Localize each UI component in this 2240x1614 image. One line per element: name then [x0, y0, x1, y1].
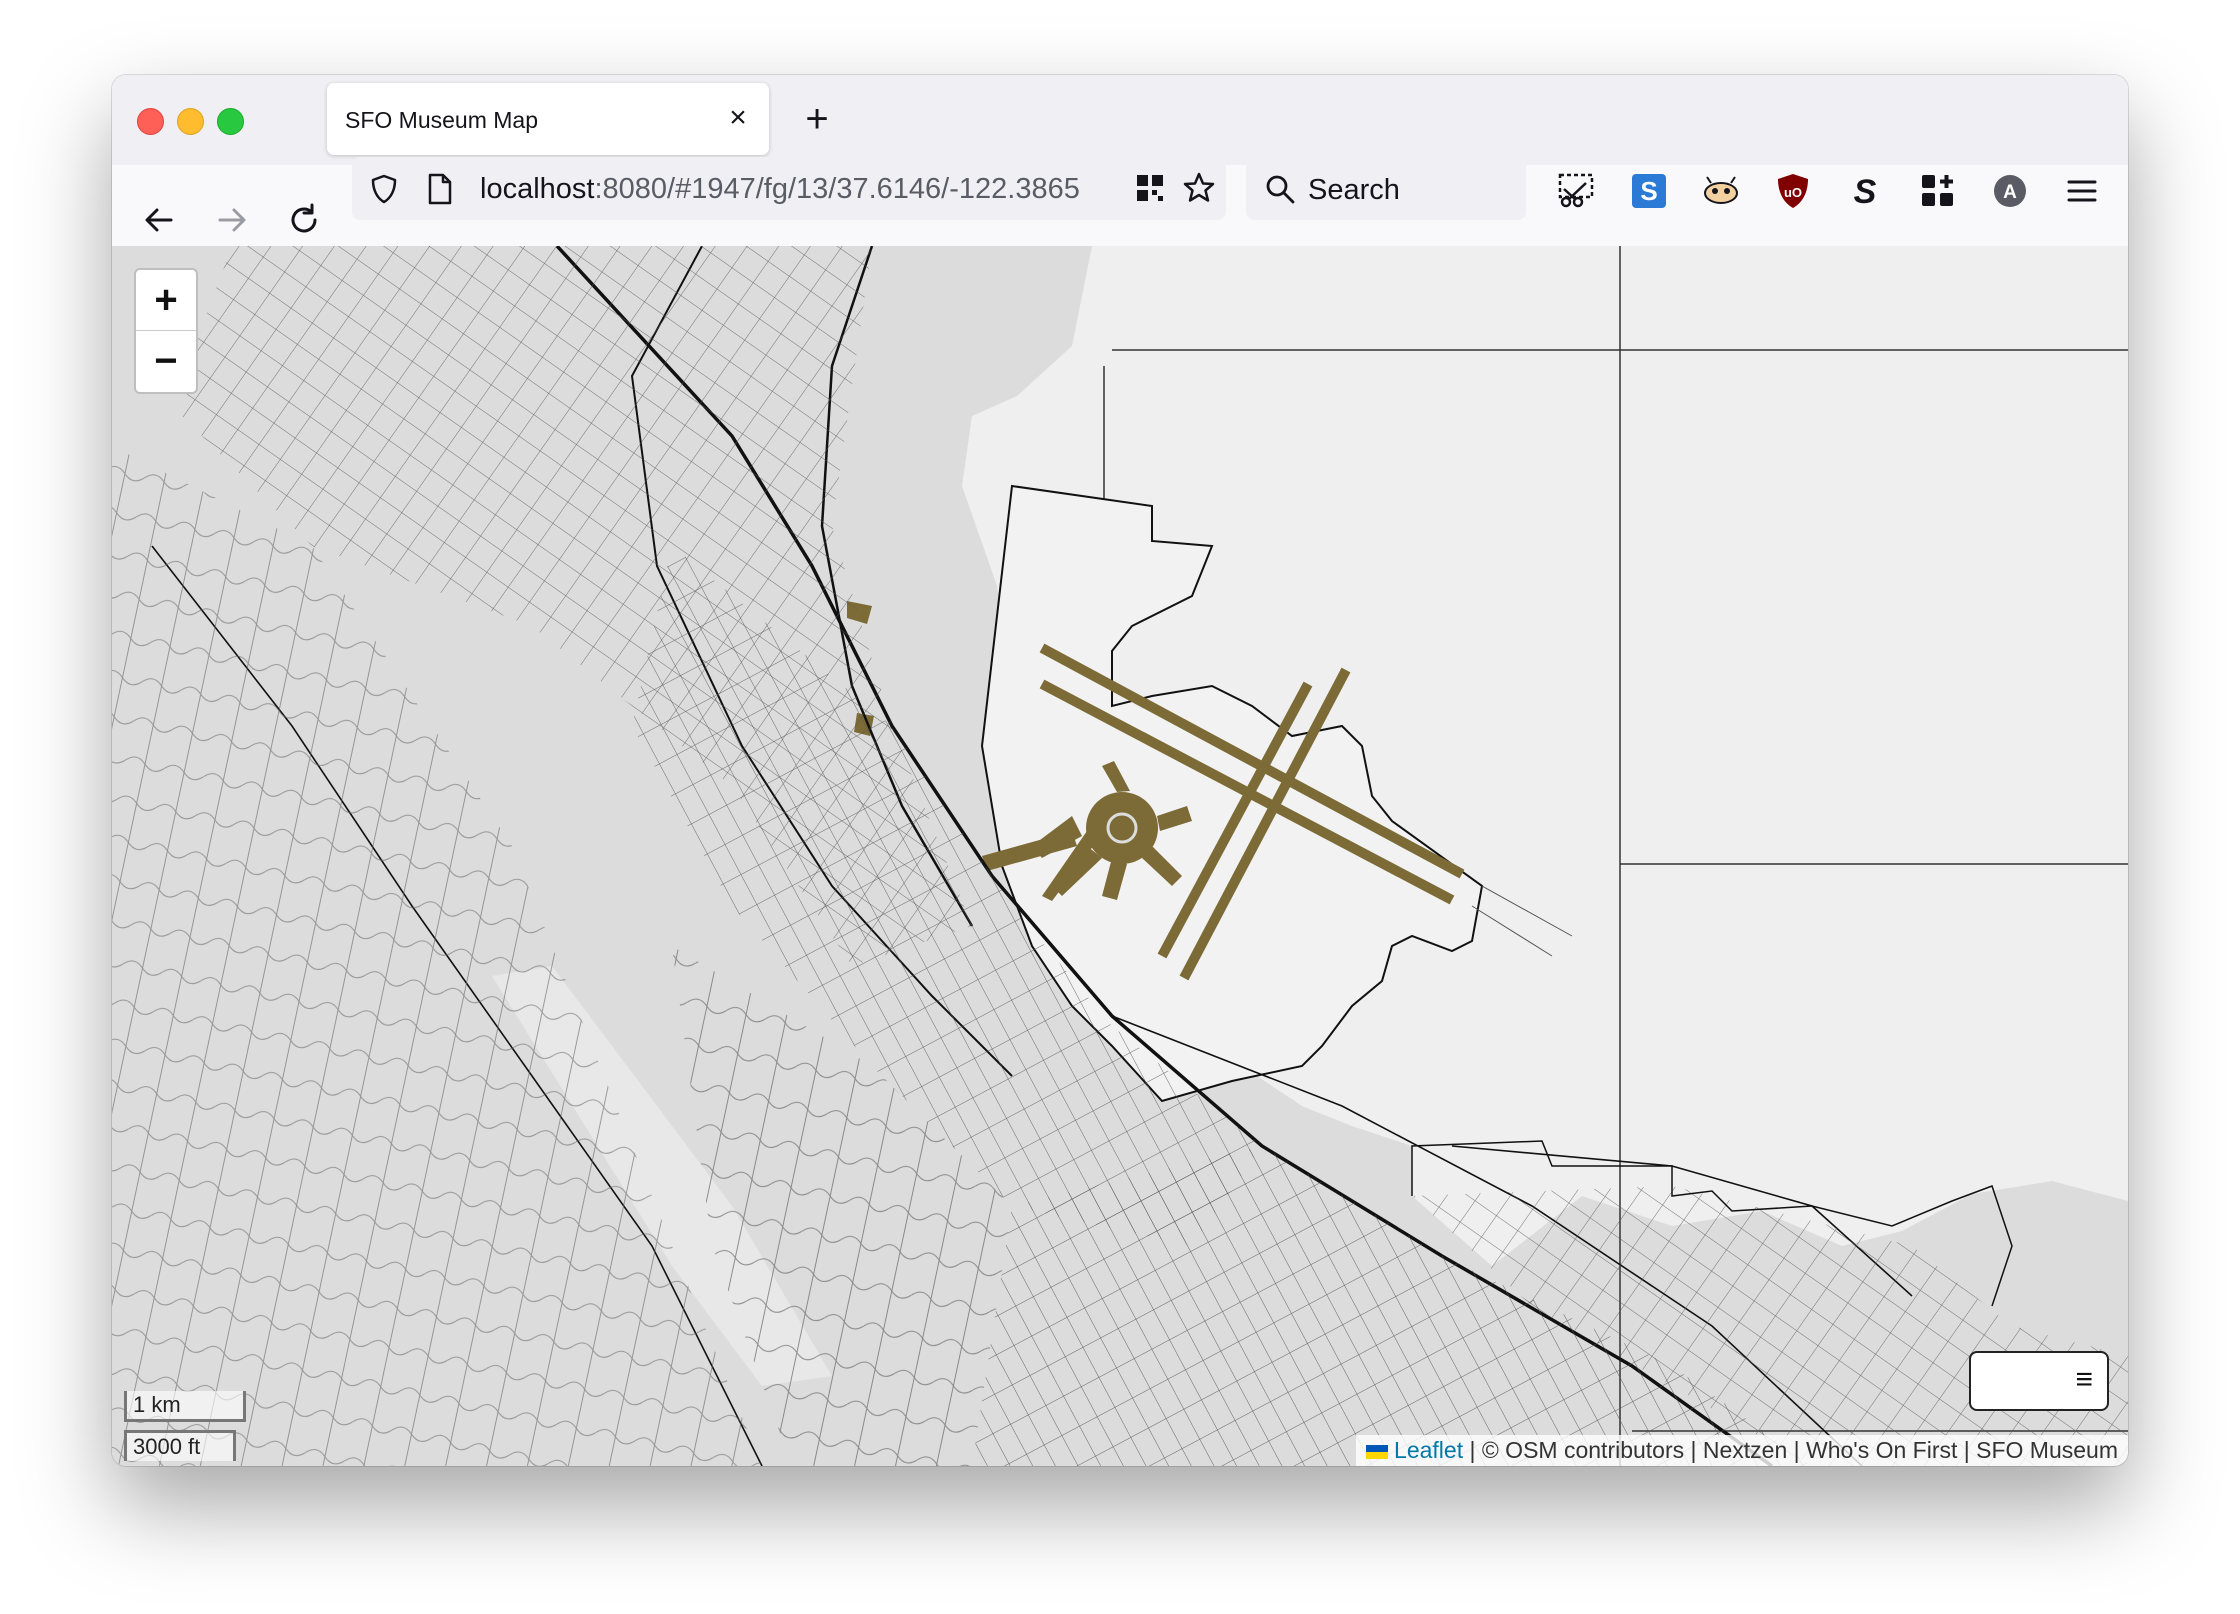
url-text: localhost:8080/#1947/fg/13/37.6146/-122.… [480, 173, 1080, 206]
forward-arrow-icon [218, 208, 246, 232]
window-minimize-button[interactable] [177, 108, 204, 135]
leaflet-link[interactable]: Leaflet [1394, 1437, 1463, 1463]
layers-control-button[interactable]: ≡ [1969, 1351, 2109, 1411]
tab-title: SFO Museum Map [345, 107, 538, 133]
forward-button[interactable] [207, 195, 257, 245]
zoom-control: + − [134, 268, 198, 394]
reload-button[interactable] [279, 195, 329, 245]
ublock-origin-icon[interactable]: uO [1773, 171, 1813, 211]
map-view[interactable]: + − 1 km 3000 ft ≡ Leaflet | © OSM contr… [112, 246, 2128, 1466]
hamburger-menu-icon[interactable] [2062, 171, 2102, 211]
back-button[interactable] [134, 195, 184, 245]
svg-text:A: A [2003, 182, 2017, 203]
bookmark-star-icon[interactable] [1182, 171, 1216, 205]
reload-icon [291, 203, 317, 233]
svg-text:S: S [1854, 173, 1877, 211]
s-blue-extension-icon[interactable]: S [1629, 171, 1669, 211]
qr-code-icon[interactable] [1134, 172, 1166, 204]
attribution-text: | © OSM contributors | Nextzen | Who's O… [1463, 1437, 2118, 1463]
ukraine-flag-icon [1365, 1445, 1388, 1459]
scale-bar-metric: 1 km [124, 1391, 246, 1422]
url-path: :8080/#1947/fg/13/37.6146/-122.3865 [594, 173, 1080, 205]
account-avatar-icon[interactable]: A [1990, 171, 2030, 211]
zoom-in-button[interactable]: + [136, 270, 196, 331]
page-icon [428, 173, 452, 205]
map-tiles[interactable] [112, 246, 2128, 1466]
zoom-out-button[interactable]: − [136, 331, 196, 391]
search-placeholder: Search [1308, 174, 1400, 206]
grid-plus-extension-icon[interactable] [1918, 171, 1958, 211]
shield-icon [371, 174, 397, 204]
creature-extension-icon[interactable] [1701, 171, 1741, 211]
search-icon [1266, 175, 1295, 204]
browser-window: SFO Museum Map × + localhost:8080/#1947/… [112, 75, 2128, 1466]
scissors-extension-icon[interactable] [1556, 171, 1596, 211]
search-box[interactable]: Search [1246, 157, 1526, 220]
s-extension-icon[interactable]: S [1845, 171, 1885, 211]
layers-list-icon: ≡ [2075, 1363, 2093, 1396]
close-tab-button[interactable]: × [721, 101, 755, 135]
scale-bar-imperial: 3000 ft [124, 1430, 236, 1461]
svg-text:S: S [1640, 176, 1657, 206]
tab-bar: SFO Museum Map × + [112, 75, 2128, 165]
back-arrow-icon [145, 208, 173, 232]
svg-text:uO: uO [1784, 185, 1802, 200]
tab-sfo-museum-map[interactable]: SFO Museum Map × [327, 83, 769, 155]
window-close-button[interactable] [137, 108, 164, 135]
map-attribution: Leaflet | © OSM contributors | Nextzen |… [1355, 1435, 2128, 1466]
window-maximize-button[interactable] [217, 108, 244, 135]
url-bar[interactable]: localhost:8080/#1947/fg/13/37.6146/-122.… [352, 157, 1226, 220]
new-tab-button[interactable]: + [792, 95, 842, 145]
url-host: localhost [480, 173, 595, 205]
